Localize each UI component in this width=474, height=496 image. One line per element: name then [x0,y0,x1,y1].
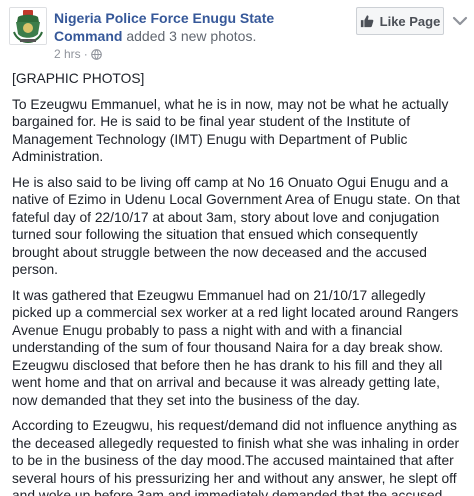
like-page-label: Like Page [379,13,441,29]
page-avatar[interactable] [9,7,47,45]
post-body: [GRAPHIC PHOTOS] To Ezeugwu Emmanuel, wh… [12,70,466,496]
thumbs-up-icon [360,15,374,28]
post-action-text: added 3 new photos. [122,28,257,44]
police-crest-avatar-icon [10,8,46,44]
meta-separator: · [83,47,88,61]
post-paragraph: According to Ezeugwu, his request/demand… [12,418,460,496]
globe-icon [90,48,102,60]
post-paragraph: He is also said to be living off camp at… [12,174,460,278]
like-page-button[interactable]: Like Page [356,7,444,35]
post-header: Nigeria Police Force Enugu State Command … [0,0,474,66]
post-meta: 2 hrs · [54,47,102,61]
chevron-down-icon[interactable] [452,14,468,28]
page-name-line1[interactable]: Nigeria Police Force Enugu State [54,10,274,26]
post-title: Nigeria Police Force Enugu State Command … [54,9,344,45]
post-paragraph: To Ezeugwu Emmanuel, what he is in now, … [12,96,449,165]
facebook-post: Nigeria Police Force Enugu State Command … [0,0,474,496]
post-timestamp[interactable]: 2 hrs [54,47,81,61]
page-name-line2[interactable]: Command [54,28,122,44]
post-paragraph: It was gathered that Ezeugwu Emmanuel ha… [12,287,459,408]
post-paragraph: [GRAPHIC PHOTOS] [12,71,145,86]
